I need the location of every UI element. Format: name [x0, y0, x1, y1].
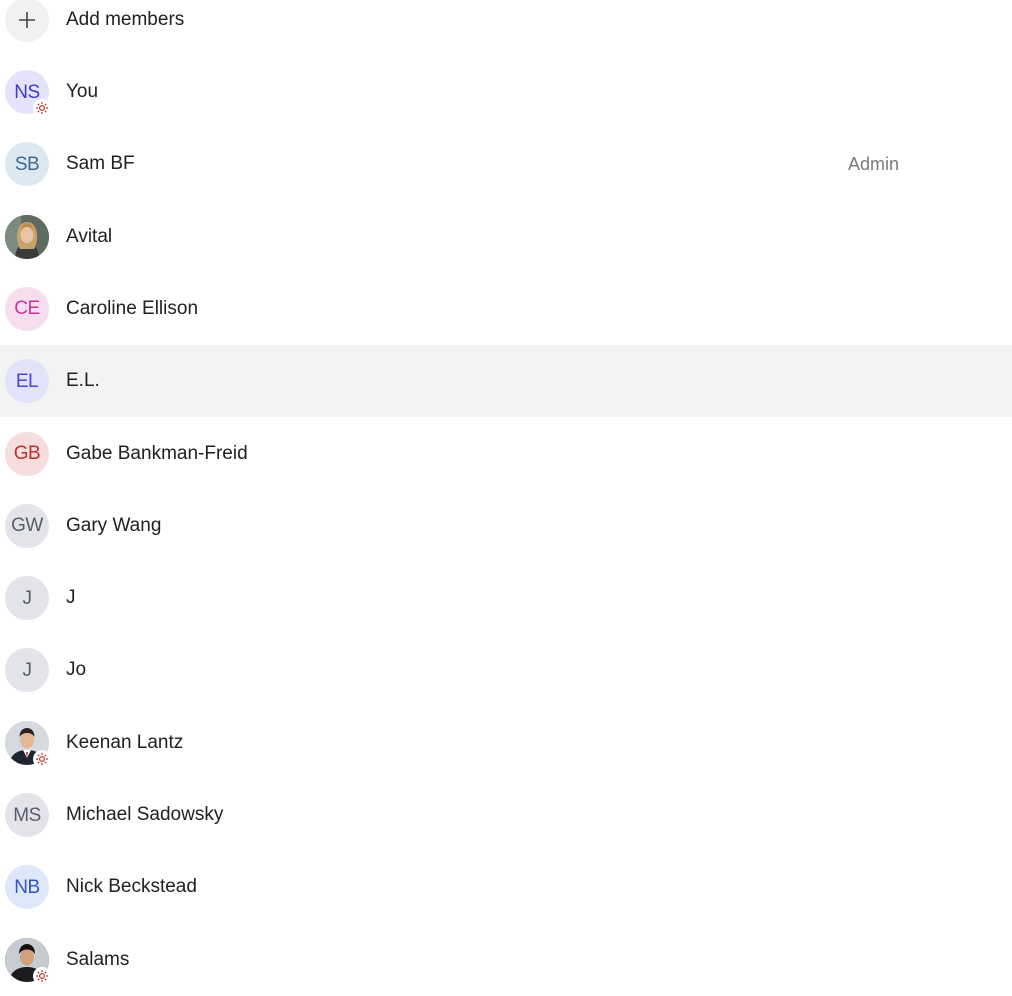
avatar: NB [5, 865, 49, 910]
avatar-initials: NB [14, 876, 40, 898]
member-name: Michael Sadowsky [66, 804, 224, 825]
avatar-initials: EL [15, 370, 39, 392]
member-row[interactable]: NB Nick Beckstead [0, 851, 1012, 923]
member-row[interactable]: JJ [0, 562, 1012, 634]
member-row[interactable]: GB Gabe Bankman-Freid [0, 418, 1012, 490]
avatar-initials: J [22, 587, 33, 609]
avatar: SB [5, 142, 49, 187]
external-user-icon [33, 749, 51, 768]
member-name: E.L. [66, 370, 100, 392]
avatar: NS [5, 70, 51, 117]
member-role: Admin [848, 153, 900, 174]
member-name: You [66, 81, 99, 102]
member-name: Nick Beckstead [66, 876, 197, 898]
avatar-initials: J [22, 659, 33, 681]
avatar: J [5, 648, 49, 693]
plus-icon [5, 0, 49, 42]
avatar [5, 937, 51, 985]
member-row[interactable]: EL E.L. [0, 345, 1012, 418]
member-row[interactable]: J Jo [0, 634, 1012, 706]
member-name: Jo [66, 659, 87, 681]
external-user-icon [33, 966, 51, 985]
member-name: Salams [66, 948, 130, 970]
avatar: MS [5, 793, 49, 837]
member-name: Sam BF [66, 153, 135, 175]
add-members-button[interactable]: Add members [0, 0, 1012, 56]
add-members-label: Add members [66, 9, 185, 30]
avatar [5, 720, 51, 768]
member-name: Gabe Bankman-Freid [66, 442, 248, 464]
member-name: Caroline Ellison [66, 297, 199, 319]
avatar-initials: MS [13, 804, 41, 826]
avatar-initials: GB [13, 443, 41, 464]
avatar-initials: NS [14, 81, 40, 103]
member-row[interactable]: NS You [0, 56, 1012, 128]
member-row[interactable]: SB Sam BF Admin [0, 128, 1012, 200]
member-name: Avital [66, 225, 113, 247]
avatar: GB [5, 431, 49, 476]
member-row[interactable]: GW Gary Wang [0, 490, 1012, 562]
avatar-initials: SB [14, 153, 40, 175]
external-user-icon [33, 99, 51, 117]
avatar: EL [5, 359, 49, 404]
avatar: CE [5, 286, 49, 331]
avatar-initials: GW [11, 515, 43, 537]
avatar: GW [5, 503, 49, 548]
member-name: Keenan Lantz [66, 731, 184, 753]
member-row[interactable]: CE Caroline Ellison [0, 273, 1012, 345]
avatar-initials: CE [14, 298, 40, 320]
avatar [5, 214, 49, 259]
avatar: J [5, 576, 49, 621]
member-row[interactable]: Salams [0, 924, 1012, 996]
member-name: Gary Wang [66, 514, 162, 536]
member-row[interactable]: Keenan Lantz [0, 707, 1012, 779]
member-row[interactable]: Avital [0, 201, 1012, 273]
member-name: J [66, 587, 76, 609]
member-row[interactable]: MS Michael Sadowsky [0, 779, 1012, 851]
